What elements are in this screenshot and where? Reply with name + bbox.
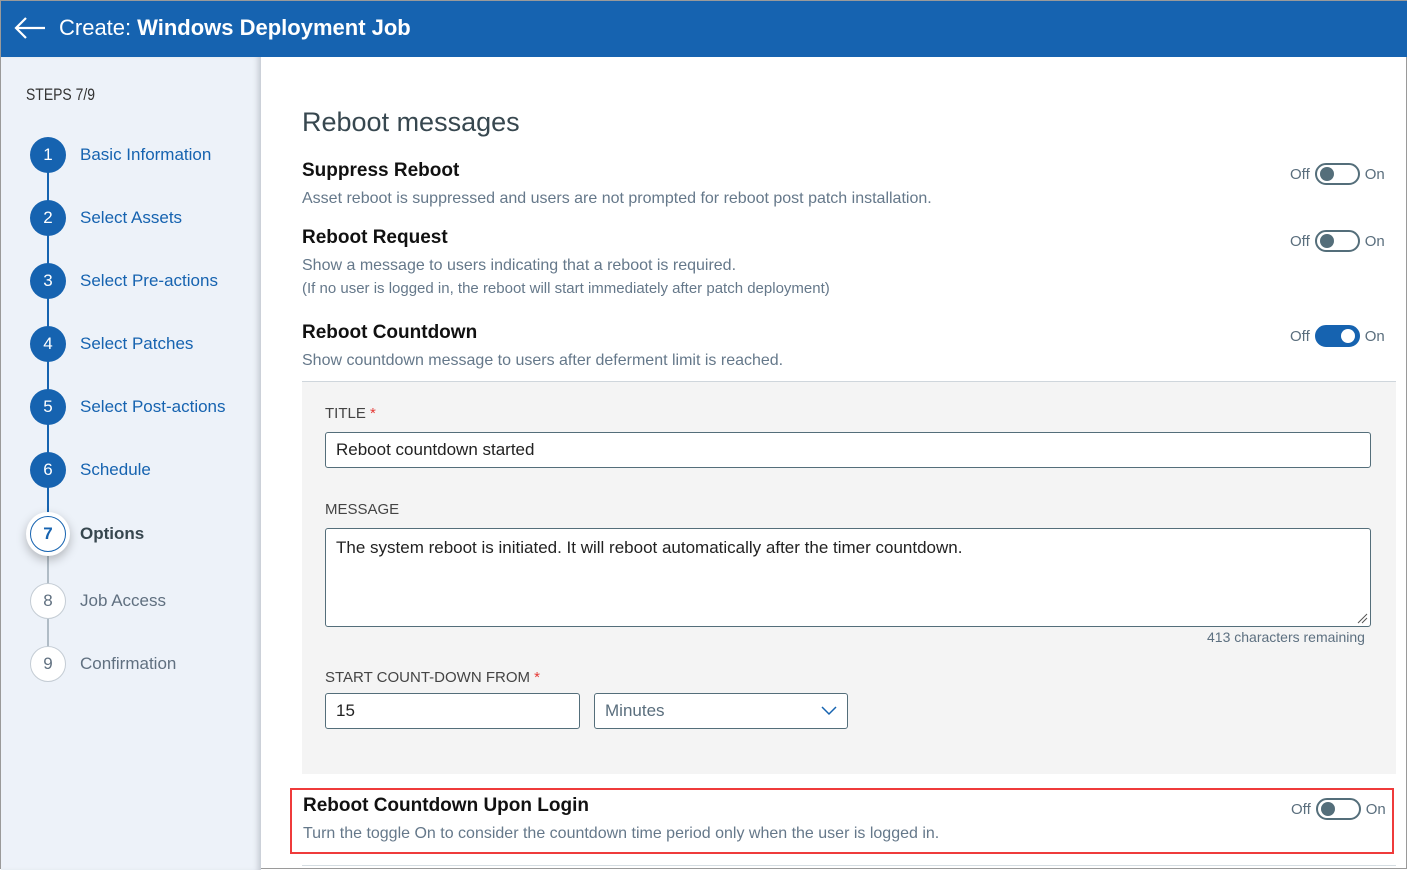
chars-remaining: 413 characters remaining bbox=[1207, 629, 1365, 645]
on-label: On bbox=[1364, 165, 1385, 183]
step-number[interactable]: 7 bbox=[30, 516, 66, 552]
suppress-reboot-title: Suppress Reboot bbox=[302, 160, 460, 181]
reboot-request-toggle[interactable]: Off On bbox=[1290, 230, 1385, 252]
step-select-pre-actions[interactable]: Select Pre-actions bbox=[80, 271, 218, 291]
section-heading: Reboot messages bbox=[302, 107, 520, 137]
step-number[interactable]: 5 bbox=[30, 389, 66, 425]
step-number[interactable]: 1 bbox=[30, 137, 66, 173]
step-number[interactable]: 8 bbox=[30, 583, 66, 619]
title-prefix: Create: bbox=[59, 15, 132, 40]
step-confirmation[interactable]: Confirmation bbox=[80, 654, 176, 674]
title-text: Windows Deployment Job bbox=[137, 15, 411, 40]
step-number[interactable]: 4 bbox=[30, 326, 66, 362]
off-label: Off bbox=[1290, 232, 1310, 250]
step-select-assets[interactable]: Select Assets bbox=[80, 208, 182, 228]
reboot-request-title: Reboot Request bbox=[302, 227, 448, 248]
step-number[interactable]: 6 bbox=[30, 452, 66, 488]
step-job-access[interactable]: Job Access bbox=[80, 591, 166, 611]
unit-select[interactable]: Minutes bbox=[594, 693, 848, 729]
toggle-switch[interactable] bbox=[1314, 325, 1360, 347]
toggle-switch[interactable] bbox=[1314, 230, 1360, 252]
toggle-switch[interactable] bbox=[1314, 163, 1360, 185]
step-number[interactable]: 2 bbox=[30, 200, 66, 236]
on-label: On bbox=[1364, 232, 1385, 250]
step-select-post-actions[interactable]: Select Post-actions bbox=[80, 397, 226, 417]
reboot-countdown-toggle[interactable]: Off On bbox=[1290, 325, 1385, 347]
title-input[interactable]: Reboot countdown started bbox=[325, 432, 1371, 468]
step-basic-information[interactable]: Basic Information bbox=[80, 145, 211, 165]
title-label: TITLE * bbox=[325, 405, 376, 422]
countdown-label: START COUNT-DOWN FROM * bbox=[325, 669, 541, 686]
step-select-patches[interactable]: Select Patches bbox=[80, 334, 193, 354]
on-label: On bbox=[1364, 327, 1385, 345]
reboot-request-desc: Show a message to users indicating that … bbox=[302, 257, 737, 274]
reboot-countdown-title: Reboot Countdown bbox=[302, 322, 478, 343]
suppress-reboot-desc: Asset reboot is suppressed and users are… bbox=[302, 190, 932, 207]
step-options[interactable]: Options bbox=[80, 524, 144, 544]
step-number[interactable]: 3 bbox=[30, 263, 66, 299]
countdown-login-toggle[interactable]: Off On bbox=[1291, 798, 1386, 820]
message-label: MESSAGE bbox=[325, 501, 400, 518]
countdown-login-title: Reboot Countdown Upon Login bbox=[303, 795, 589, 816]
header-bar: Create: Windows Deployment Job bbox=[1, 1, 1407, 57]
off-label: Off bbox=[1290, 327, 1310, 345]
back-arrow-icon[interactable] bbox=[13, 11, 47, 45]
page-title: Create: Windows Deployment Job bbox=[59, 15, 411, 41]
reboot-countdown-desc: Show countdown message to users after de… bbox=[302, 352, 784, 369]
steps-counter: STEPS 7/9 bbox=[26, 85, 95, 104]
toggle-switch[interactable] bbox=[1315, 798, 1361, 820]
chevron-down-icon bbox=[821, 706, 837, 716]
resize-handle-icon[interactable] bbox=[1356, 612, 1368, 624]
suppress-reboot-toggle[interactable]: Off On bbox=[1290, 163, 1385, 185]
off-label: Off bbox=[1291, 800, 1311, 818]
off-label: Off bbox=[1290, 165, 1310, 183]
step-schedule[interactable]: Schedule bbox=[80, 460, 151, 480]
message-textarea[interactable]: The system reboot is initiated. It will … bbox=[325, 528, 1371, 627]
countdown-login-desc: Turn the toggle On to consider the count… bbox=[303, 825, 940, 842]
divider bbox=[302, 865, 1396, 866]
on-label: On bbox=[1365, 800, 1386, 818]
step-number[interactable]: 9 bbox=[30, 646, 66, 682]
unit-value: Minutes bbox=[605, 701, 665, 720]
reboot-request-note: (If no user is logged in, the reboot wil… bbox=[302, 280, 830, 297]
countdown-input[interactable]: 15 bbox=[325, 693, 580, 729]
